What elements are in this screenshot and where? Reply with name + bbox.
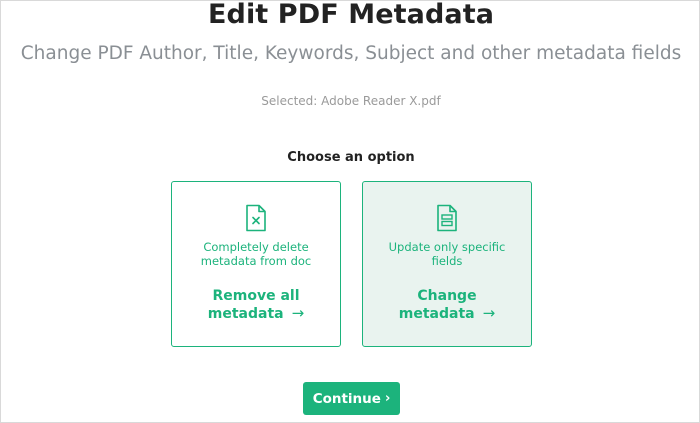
change-metadata-description-line2: fields: [431, 254, 463, 268]
page-title: Edit PDF Metadata: [207, 0, 495, 30]
change-metadata-action: Change metadata →: [375, 288, 519, 323]
change-metadata-action-line1: Change: [417, 288, 477, 304]
edit-metadata-page: Edit PDF Metadata Change PDF Author, Tit…: [1, 0, 699, 422]
page-subtitle: Change PDF Author, Title, Keywords, Subj…: [20, 43, 682, 64]
remove-all-action-line2: metadata: [207, 306, 284, 322]
arrow-right-icon: →: [482, 304, 496, 322]
continue-button[interactable]: Continue ›: [303, 382, 400, 415]
remove-all-metadata-option[interactable]: Completely delete metadata from doc Remo…: [171, 181, 341, 347]
change-metadata-description: Update only specific fields: [375, 240, 519, 268]
remove-all-description-line1: Completely delete: [203, 240, 309, 254]
selected-file-label: Selected: Adobe Reader X.pdf: [261, 94, 441, 108]
remove-all-description-line2: metadata from doc: [200, 254, 312, 268]
choose-option-heading: Choose an option: [287, 150, 415, 165]
remove-all-action-line1: Remove all: [212, 288, 300, 304]
remove-all-description: Completely delete metadata from doc: [184, 240, 328, 268]
form-document-icon: [363, 204, 531, 234]
chevron-right-icon: ›: [384, 391, 391, 406]
change-metadata-action-line2: metadata: [398, 306, 475, 322]
change-metadata-description-line1: Update only specific: [388, 240, 506, 254]
remove-all-action: Remove all metadata →: [184, 288, 328, 323]
change-metadata-option[interactable]: Update only specific fields Change metad…: [362, 181, 532, 347]
arrow-right-icon: →: [291, 304, 305, 322]
continue-button-label: Continue: [312, 390, 381, 407]
file-x-icon: [172, 204, 340, 234]
